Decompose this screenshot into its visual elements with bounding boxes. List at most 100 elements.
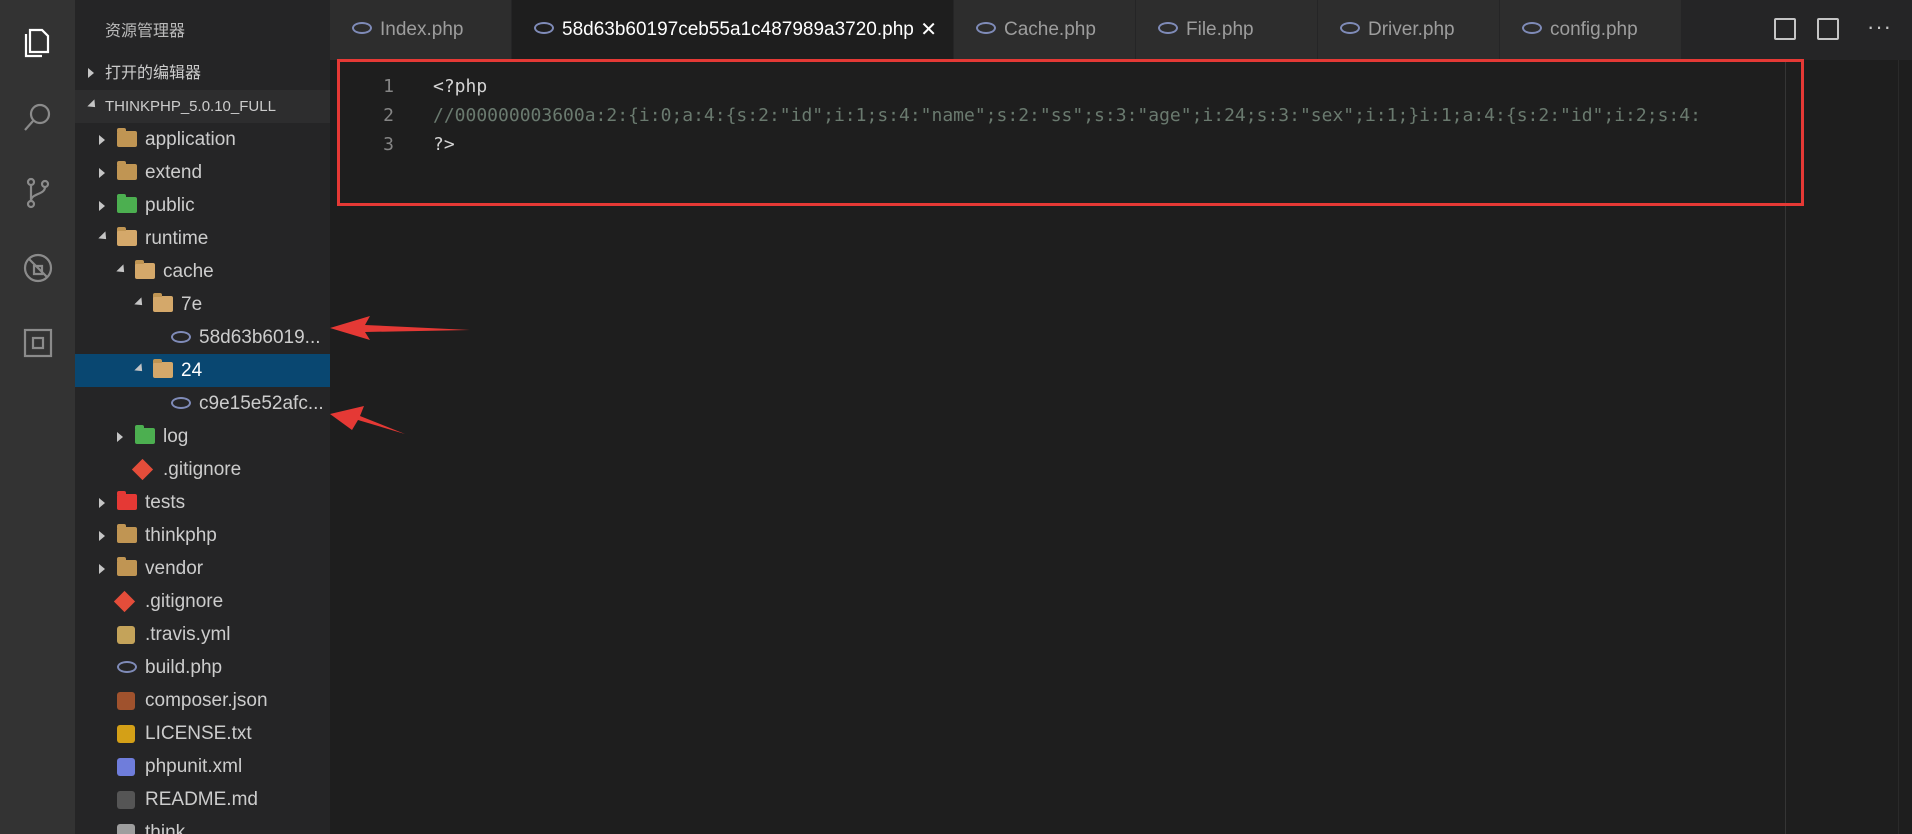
tree-item-label: tests	[145, 492, 186, 513]
tab-label: Cache.php	[1004, 19, 1096, 40]
sidebar-title: 资源管理器	[105, 23, 186, 40]
tab-label: Driver.php	[1368, 19, 1455, 40]
tree-item[interactable]: application	[75, 123, 330, 156]
activity-bar	[0, 0, 75, 834]
git-icon	[113, 590, 136, 613]
editor-scrollbar[interactable]	[1898, 60, 1912, 834]
source-control-icon[interactable]	[0, 155, 75, 230]
chevron-right-icon[interactable]	[99, 201, 105, 211]
tab-index-php[interactable]: Index.php	[330, 0, 512, 60]
tree-item[interactable]: thinkphp	[75, 519, 330, 552]
tree-item[interactable]: .travis.yml	[75, 618, 330, 651]
php-file-icon	[1522, 22, 1542, 34]
tree-item[interactable]: 24	[75, 354, 330, 387]
tree-item[interactable]: cache	[75, 255, 330, 288]
travis-file-icon	[117, 626, 135, 644]
tree-item[interactable]: runtime	[75, 222, 330, 255]
tree-item-label: log	[163, 426, 189, 447]
folder-icon	[117, 557, 137, 576]
git-icon	[131, 458, 154, 481]
debug-icon[interactable]	[0, 230, 75, 305]
chevron-right-icon[interactable]	[99, 498, 105, 508]
chevron-right-icon[interactable]	[99, 135, 105, 145]
tree-item-label: think	[145, 822, 186, 834]
folder-icon	[117, 128, 137, 147]
md-file-icon	[117, 791, 135, 809]
tree-item[interactable]: .gitignore	[75, 585, 330, 618]
chevron-down-icon[interactable]	[98, 231, 110, 243]
tree-item[interactable]: README.md	[75, 783, 330, 816]
tab-cache-php[interactable]: Cache.php	[954, 0, 1136, 60]
project-label: THINKPHP_5.0.10_FULL	[105, 98, 276, 115]
annotation-highlight-box	[337, 59, 1804, 206]
chevron-right-icon[interactable]	[99, 168, 105, 178]
tree-item[interactable]: think	[75, 816, 330, 834]
composer-file-icon	[117, 692, 135, 710]
tree-item-label: public	[145, 195, 195, 216]
split-editor-icon[interactable]	[1817, 18, 1839, 40]
chevron-right-icon[interactable]	[99, 531, 105, 541]
tree-item[interactable]: LICENSE.txt	[75, 717, 330, 750]
tree-item[interactable]: 58d63b6019...	[75, 321, 330, 354]
tab-actions: ···	[1762, 0, 1912, 60]
tree-item-label: cache	[163, 261, 214, 282]
tree-item-label: 58d63b6019...	[199, 327, 321, 348]
tree-item-label: vendor	[145, 558, 204, 579]
tree-item-label: phpunit.xml	[145, 756, 243, 777]
tree-item[interactable]: extend	[75, 156, 330, 189]
tree-item-label: LICENSE.txt	[145, 723, 252, 744]
tree-item-label: 24	[181, 360, 203, 381]
tab-config-php[interactable]: config.php	[1500, 0, 1682, 60]
project-header[interactable]: THINKPHP_5.0.10_FULL	[75, 90, 330, 123]
tree-item-label: thinkphp	[145, 525, 217, 546]
php-file-icon	[1158, 22, 1178, 34]
tree-item-label: runtime	[145, 228, 209, 249]
open-preview-icon[interactable]	[1774, 18, 1796, 40]
php-file-icon	[1340, 22, 1360, 34]
tree-item-label: build.php	[145, 657, 223, 678]
folder-icon	[135, 260, 155, 279]
tree-item[interactable]: log	[75, 420, 330, 453]
chevron-right-icon[interactable]	[99, 564, 105, 574]
chevron-down-icon	[87, 99, 99, 111]
explorer-sidebar: 资源管理器 打开的编辑器 THINKPHP_5.0.10_FULL applic…	[75, 0, 330, 834]
tree-item[interactable]: phpunit.xml	[75, 750, 330, 783]
tree-item[interactable]: vendor	[75, 552, 330, 585]
php-file-icon	[171, 331, 191, 343]
chevron-down-icon[interactable]	[134, 297, 146, 309]
tab-58d63b60-php[interactable]: 58d63b60197ceb55a1c487989a3720.php ✕	[512, 0, 954, 60]
tree-item[interactable]: public	[75, 189, 330, 222]
tab-label: config.php	[1550, 19, 1638, 40]
folder-icon	[117, 524, 137, 543]
tab-bar: Index.php 58d63b60197ceb55a1c487989a3720…	[330, 0, 1912, 60]
php-file-icon	[534, 22, 554, 34]
tree-item[interactable]: build.php	[75, 651, 330, 684]
xml-file-icon	[117, 758, 135, 776]
extensions-icon[interactable]	[0, 305, 75, 380]
tree-item-label: extend	[145, 162, 203, 183]
tree-item-label: README.md	[145, 789, 258, 810]
more-icon[interactable]: ···	[1867, 14, 1892, 40]
tab-label: Index.php	[380, 19, 464, 40]
search-icon[interactable]	[0, 80, 75, 155]
chevron-down-icon[interactable]	[116, 264, 128, 276]
tab-file-php[interactable]: File.php	[1136, 0, 1318, 60]
chevron-down-icon[interactable]	[134, 363, 146, 375]
folder-icon	[135, 425, 155, 444]
tree-item[interactable]: c9e15e52afc...	[75, 387, 330, 420]
php-file-icon	[976, 22, 996, 34]
tree-item[interactable]: tests	[75, 486, 330, 519]
php-file-icon	[171, 397, 191, 409]
tree-item-label: .travis.yml	[145, 624, 231, 645]
chevron-right-icon	[88, 68, 94, 78]
folder-icon	[117, 227, 137, 246]
tree-item[interactable]: 7e	[75, 288, 330, 321]
chevron-right-icon[interactable]	[117, 432, 123, 442]
tab-label: File.php	[1186, 19, 1254, 40]
tree-item[interactable]: .gitignore	[75, 453, 330, 486]
close-icon[interactable]: ✕	[920, 0, 937, 60]
tree-item[interactable]: composer.json	[75, 684, 330, 717]
tab-driver-php[interactable]: Driver.php	[1318, 0, 1500, 60]
open-editors-header[interactable]: 打开的编辑器	[75, 57, 330, 90]
explorer-icon[interactable]	[0, 4, 75, 79]
